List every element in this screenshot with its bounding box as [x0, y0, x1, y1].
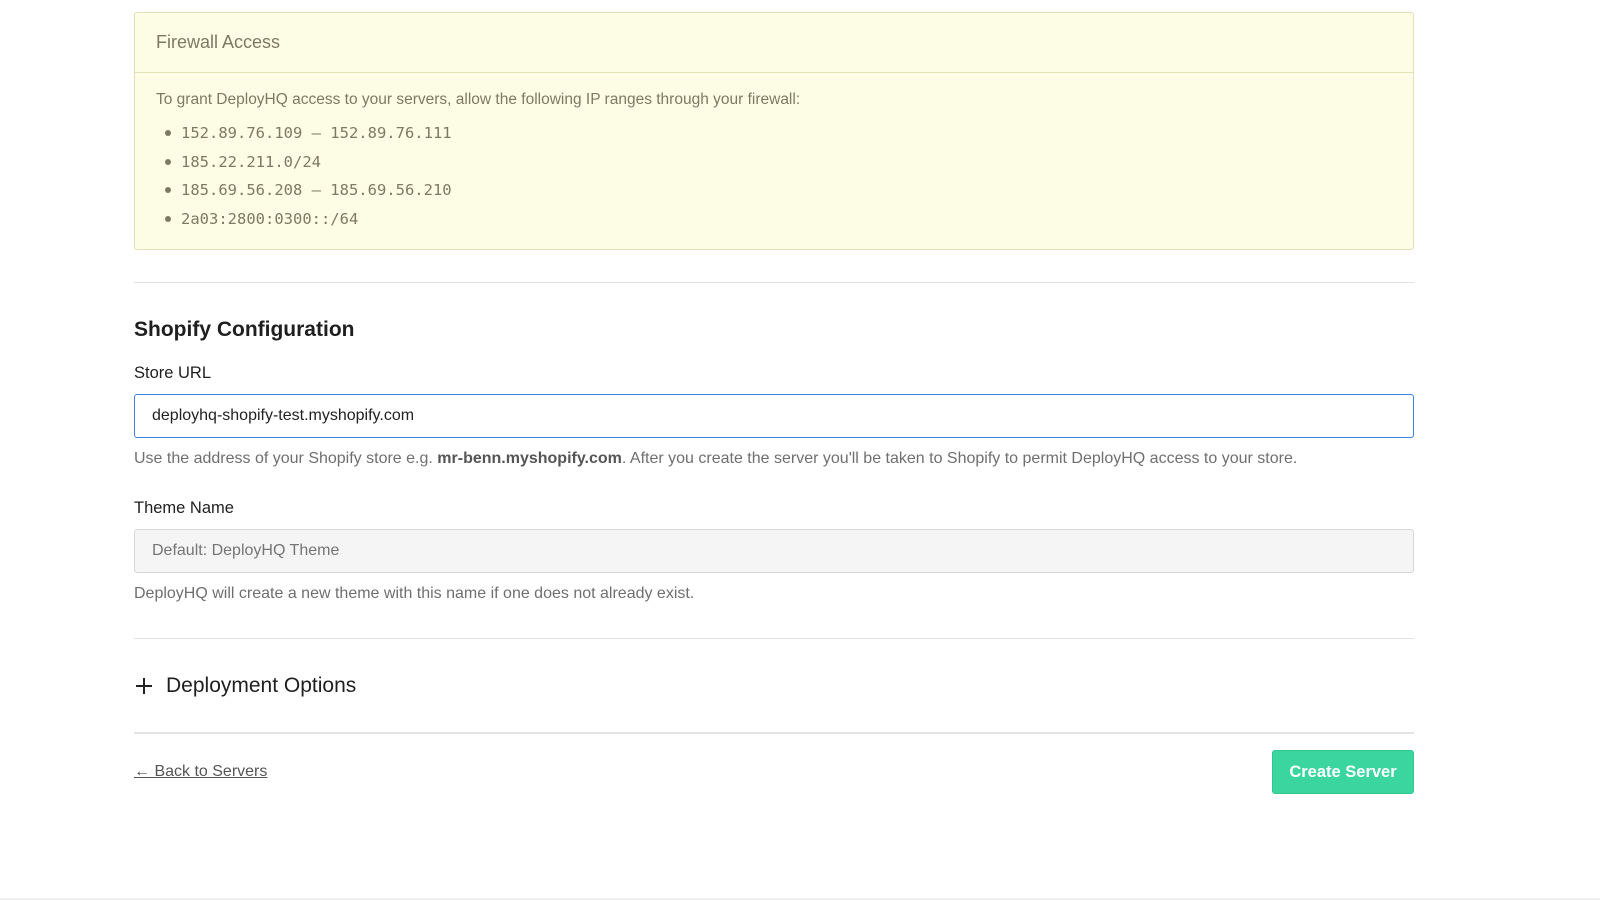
ip-range-text: 185.69.56.208 – 185.69.56.210: [181, 181, 452, 199]
bullet-icon: [165, 130, 171, 137]
store-url-help-example: mr-benn.myshopify.com: [437, 450, 622, 467]
page: Firewall Access To grant DeployHQ access…: [0, 0, 1600, 900]
server-form: Firewall Access To grant DeployHQ access…: [134, 12, 1414, 794]
store-url-label: Store URL: [134, 364, 212, 382]
plus-icon: [136, 678, 152, 694]
ip-range-text: 2a03:2800:0300::/64: [181, 209, 359, 228]
ip-range-item: 152.89.76.109 – 152.89.76.111: [156, 119, 1392, 148]
back-to-servers-link[interactable]: ← Back to Servers: [134, 763, 267, 781]
ip-range-item: 185.69.56.208 – 185.69.56.210: [156, 176, 1392, 205]
store-url-input[interactable]: [134, 394, 1414, 438]
shopify-configuration-title: Shopify Configuration: [134, 318, 355, 341]
store-url-help: Use the address of your Shopify store e.…: [134, 449, 1414, 469]
theme-name-help: DeployHQ will create a new theme with th…: [134, 585, 695, 602]
deployment-options-label: Deployment Options: [166, 674, 357, 697]
firewall-access-panel: Firewall Access To grant DeployHQ access…: [134, 12, 1414, 250]
ip-range-text: 185.22.211.0/24: [181, 152, 321, 171]
firewall-panel-title: Firewall Access: [135, 13, 1413, 73]
firewall-panel-body: To grant DeployHQ access to your servers…: [135, 73, 1413, 233]
firewall-intro-text: To grant DeployHQ access to your servers…: [156, 91, 801, 108]
bullet-icon: [165, 215, 171, 222]
theme-name-label: Theme Name: [134, 499, 234, 517]
ip-range-text: 152.89.76.109 – 152.89.76.111: [181, 124, 452, 142]
deployment-options-toggle[interactable]: Deployment Options: [134, 671, 1414, 701]
bullet-icon: [165, 158, 171, 165]
create-server-button[interactable]: Create Server: [1272, 750, 1414, 794]
form-footer: ← Back to Servers Create Server: [134, 750, 1414, 794]
section-divider: [134, 638, 1414, 639]
bullet-icon: [165, 187, 171, 194]
footer-divider: [134, 732, 1414, 734]
store-url-help-suffix: . After you create the server you'll be …: [621, 450, 1298, 467]
ip-range-item: 2a03:2800:0300::/64: [156, 205, 1392, 234]
section-divider: [134, 282, 1414, 283]
ip-range-item: 185.22.211.0/24: [156, 148, 1392, 177]
ip-range-list: 152.89.76.109 – 152.89.76.111 185.22.211…: [156, 119, 1392, 233]
theme-name-input[interactable]: [134, 529, 1414, 573]
store-url-help-prefix: Use the address of your Shopify store e.…: [134, 450, 438, 467]
